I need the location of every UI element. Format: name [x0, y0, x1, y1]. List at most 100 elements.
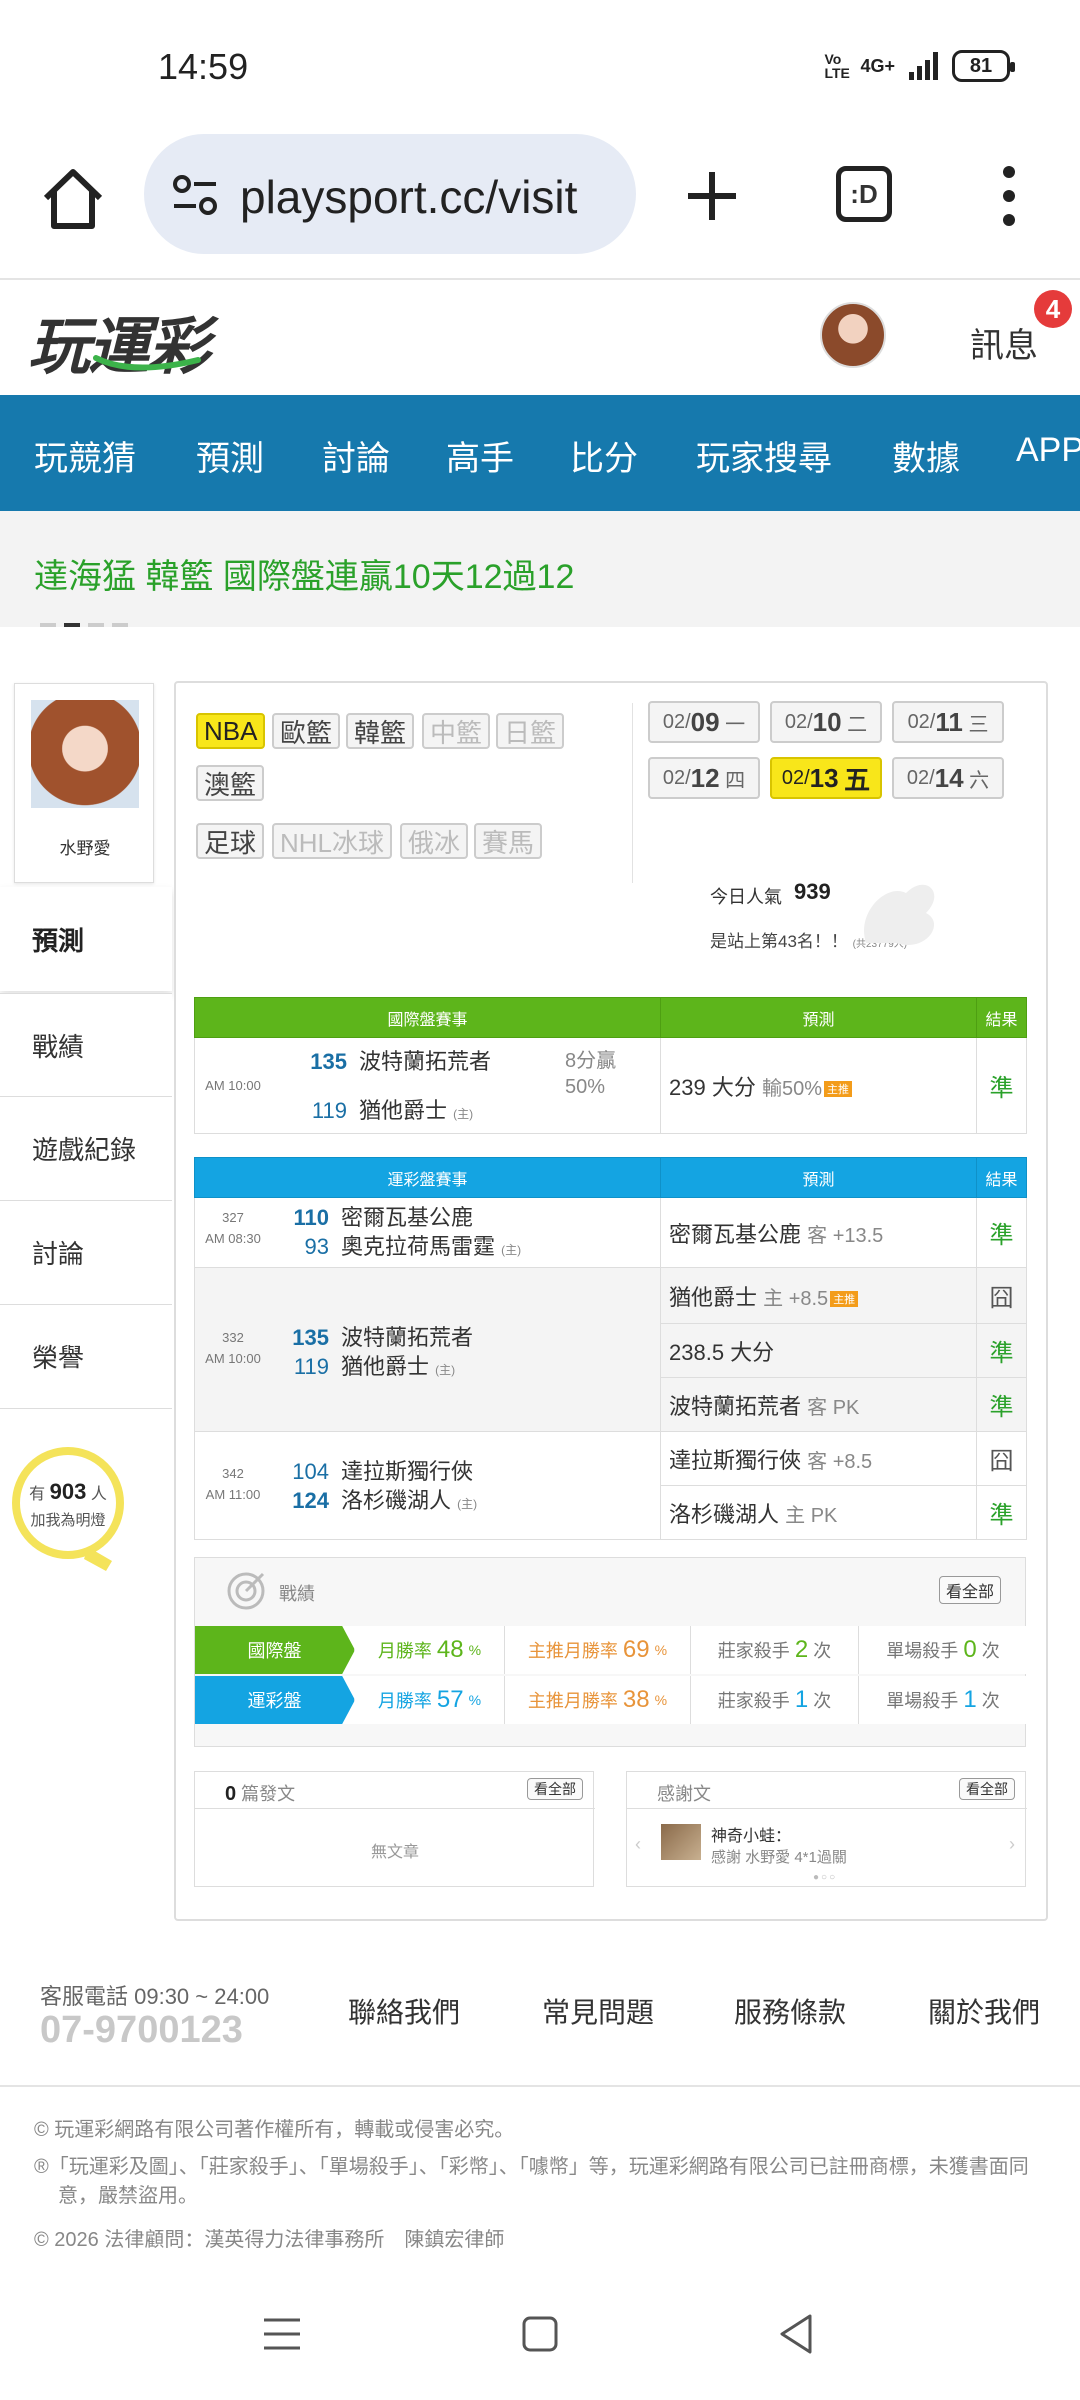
logo-swoosh-icon — [93, 355, 201, 371]
main-rate-unit: % — [654, 1642, 668, 1658]
ticker-text[interactable]: 達海猛 韓籃 國際盤連贏10天12過12 — [34, 549, 574, 598]
user-avatar[interactable] — [820, 302, 886, 368]
more-menu-icon[interactable] — [994, 164, 1024, 228]
nav-item-scores[interactable]: 比分 — [570, 431, 638, 480]
nav-item-experts[interactable]: 高手 — [446, 431, 514, 480]
pred-main: 波特蘭拓荒者 — [669, 1393, 802, 1419]
thanks-text[interactable]: 感謝 水野愛 4*1過關 — [711, 1846, 847, 1867]
nav-item-player-search[interactable]: 玩家搜尋 — [696, 431, 832, 480]
league-tag-euro[interactable]: 歐籃 — [272, 713, 341, 749]
footer-link-terms[interactable]: 服務條款 — [734, 1991, 846, 2031]
home-team[interactable]: 猶他爵士 — [341, 1354, 429, 1379]
nav-item-predict[interactable]: 預測 — [196, 431, 264, 480]
game-time: AM 08:30 — [205, 1230, 261, 1246]
thanks-author[interactable]: 神奇小蛙： — [711, 1822, 791, 1846]
match-time: 327 AM 08:30 — [195, 1208, 271, 1250]
thanks-view-all-button[interactable]: 看全部 — [959, 1778, 1015, 1800]
match-teams: 110 密爾瓦基公鹿 93 奧克拉荷馬雷霆 (主) — [285, 1204, 522, 1261]
pred-main: 239 大分 — [669, 1074, 756, 1100]
pred-cell: 達拉斯獨行俠 客 +8.5 — [660, 1431, 977, 1486]
fans-count: 903 — [49, 1479, 87, 1504]
league-tag-korea[interactable]: 韓籃 — [346, 713, 415, 749]
home-icon[interactable] — [38, 164, 108, 234]
date-button-0209[interactable]: 02/09 一 — [648, 701, 760, 743]
lottery-header-result: 結果 — [976, 1157, 1027, 1198]
back-icon[interactable] — [776, 2312, 816, 2356]
date-button-0212[interactable]: 02/12 四 — [648, 757, 760, 799]
fans-suffix: 人 — [90, 1486, 107, 1503]
tab-switcher-button[interactable]: :D — [836, 166, 892, 222]
pred-result: 囧 — [976, 1267, 1027, 1324]
date-button-0213[interactable]: 02/13 五 — [770, 757, 882, 799]
sidebar-item-predict[interactable]: 預測 — [0, 887, 172, 991]
service-phone[interactable]: 07-9700123 — [40, 2009, 243, 2052]
date-button-0210[interactable]: 02/10 二 — [770, 701, 882, 743]
site-settings-icon[interactable] — [170, 170, 220, 220]
main-rate-label: 主推月勝率 — [527, 1691, 618, 1711]
follow-lamp-button[interactable]: 有 903 人 加我為明燈 — [10, 1443, 130, 1593]
date-button-0214[interactable]: 02/14 六 — [892, 757, 1004, 799]
network-icon: 4G+ — [860, 55, 895, 76]
site-header: 玩運彩 訊息 4 — [0, 282, 1080, 395]
away-team[interactable]: 波特蘭拓荒者 — [341, 1325, 473, 1350]
profile-avatar[interactable] — [31, 700, 139, 808]
pred-cell: 洛杉磯湖人 主 PK — [660, 1485, 977, 1540]
new-tab-icon[interactable] — [682, 166, 742, 226]
record-single: 單場殺手 1 次 — [859, 1676, 1027, 1724]
intl-result: 準 — [976, 1037, 1027, 1134]
sidebar-item-discuss[interactable]: 討論 — [0, 1201, 172, 1305]
sidebar-item-record[interactable]: 戰績 — [0, 993, 172, 1097]
nav-item-app[interactable]: APP — [1016, 431, 1080, 470]
posts-box: 0 篇發文 看全部 無文章 — [194, 1771, 595, 1887]
record-single: 單場殺手 0 次 — [859, 1626, 1027, 1674]
sidebar-item-honor[interactable]: 榮譽 — [0, 1305, 172, 1409]
home-team[interactable]: 奧克拉荷馬雷霆 — [341, 1234, 495, 1259]
away-team[interactable]: 達拉斯獨行俠 — [341, 1459, 473, 1484]
footer-link-faq[interactable]: 常見問題 — [542, 1991, 654, 2031]
carousel-dots[interactable]: ●○○ — [813, 1872, 837, 1883]
sidebar-item-game-log[interactable]: 遊戲紀錄 — [0, 1097, 172, 1201]
messages-link[interactable]: 訊息 — [970, 318, 1038, 367]
record-view-all-button[interactable]: 看全部 — [938, 1576, 1001, 1604]
home-team[interactable]: 洛杉磯湖人 — [341, 1488, 451, 1513]
record-row-intl: 國際盤 月勝率 48 % 主推月勝率 69 % 莊家殺手 2 次 單場殺手 0 … — [195, 1626, 1027, 1674]
league-tag-aus[interactable]: 澳籃 — [196, 765, 265, 801]
league-tag-soccer[interactable]: 足球 — [196, 823, 265, 859]
date-button-0211[interactable]: 02/11 三 — [892, 701, 1004, 743]
posts-view-all-button[interactable]: 看全部 — [527, 1778, 583, 1800]
league-tag-nba[interactable]: NBA — [196, 713, 266, 749]
pred-sub: 客 +13.5 — [807, 1224, 884, 1247]
single-unit: 次 — [981, 1691, 1000, 1711]
rate-unit: % — [468, 1642, 482, 1658]
profile-name: 水野愛 — [59, 839, 111, 858]
lottery-header-match: 運彩盤賽事 — [194, 1157, 661, 1198]
divider — [195, 1808, 595, 1809]
home-nav-icon[interactable] — [520, 2314, 560, 2354]
chevron-right-icon[interactable]: › — [1009, 1834, 1015, 1855]
footer-link-about[interactable]: 關於我們 — [928, 1991, 1040, 2031]
away-team[interactable]: 波特蘭拓荒者 — [359, 1049, 491, 1074]
url-bar[interactable]: playsport.cc/visit — [144, 134, 636, 254]
home-team[interactable]: 猶他爵士 — [359, 1098, 447, 1123]
date-day: 12 — [690, 762, 720, 793]
date-day: 09 — [690, 706, 720, 737]
nav-item-guess[interactable]: 玩競猜 — [34, 431, 136, 480]
pred-main: 達拉斯獨行俠 — [669, 1447, 802, 1473]
recent-apps-icon[interactable] — [262, 2314, 302, 2354]
lottery-header-pred: 預測 — [660, 1157, 977, 1198]
pred-sub: 客 +8.5 — [807, 1450, 873, 1473]
nav-item-data[interactable]: 數據 — [892, 431, 960, 480]
single-label: 單場殺手 — [886, 1641, 959, 1661]
date-weekday: 三 — [968, 713, 989, 736]
chevron-left-icon[interactable]: ‹ — [635, 1834, 641, 1855]
record-type: 運彩盤 — [195, 1676, 355, 1724]
intl-pred-cell: 239 大分 輸50% 主推 — [660, 1037, 977, 1134]
rate-label: 月勝率 — [377, 1641, 432, 1661]
nav-item-discuss[interactable]: 討論 — [322, 431, 390, 480]
footer-link-contact[interactable]: 聯絡我們 — [348, 1991, 460, 2031]
status-bar: 14:59 Vo LTE 4G+ 81 — [0, 0, 1080, 130]
away-team[interactable]: 密爾瓦基公鹿 — [341, 1205, 473, 1230]
thanks-author-avatar[interactable] — [661, 1824, 701, 1860]
lottery-table: 運彩盤賽事 預測 結果 327 AM 08:30 110 密爾瓦基公鹿 93 奧克拉荷馬雷… — [194, 1157, 1027, 1540]
news-ticker[interactable]: 達海猛 韓籃 國際盤連贏10天12過12 — [0, 511, 1080, 627]
